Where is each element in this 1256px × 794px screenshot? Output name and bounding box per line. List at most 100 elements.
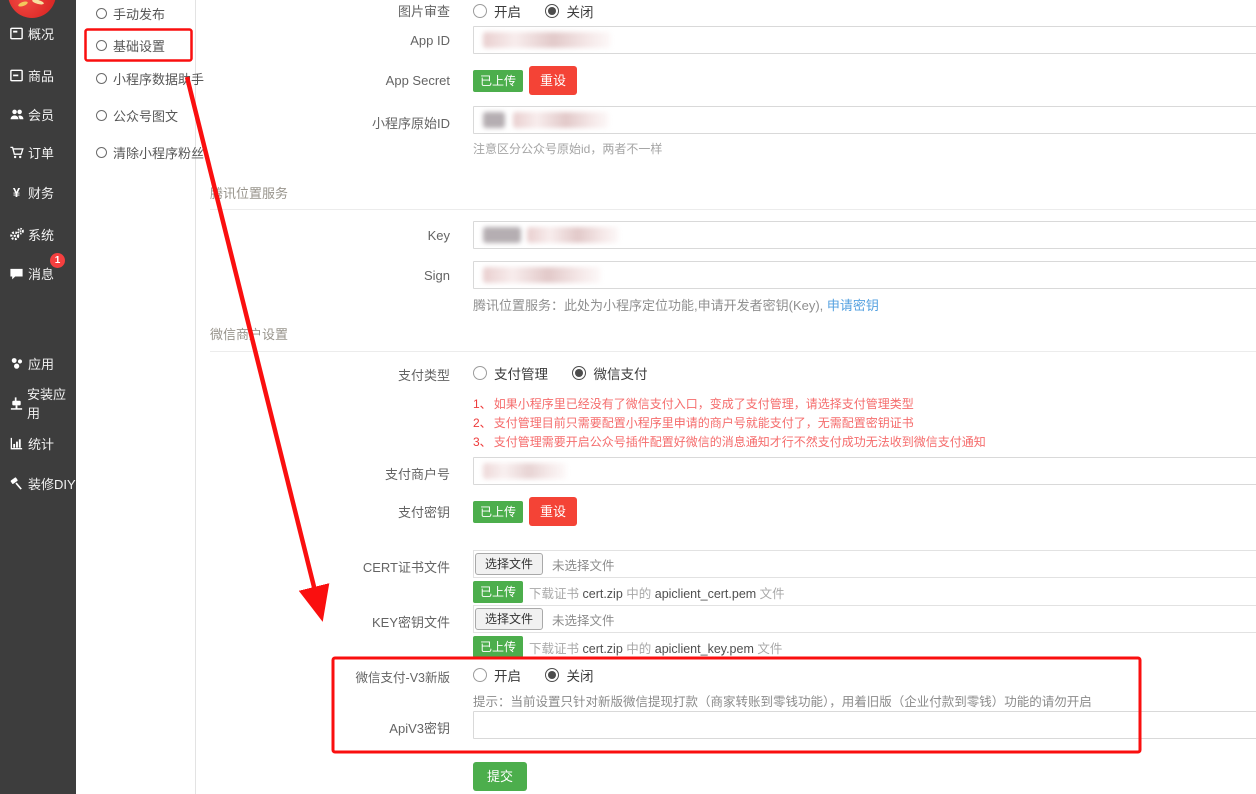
radio-v3-on[interactable]: 开启: [473, 665, 521, 685]
basic-settings-form: 图片审查 开启 关闭 App ID App Secret 已上传 重设: [197, 0, 1256, 794]
submenu-item-clear-miniapp-fans[interactable]: 清除小程序粉丝: [76, 142, 195, 162]
message-icon: [8, 266, 25, 281]
radio-pay-type-wechat[interactable]: 微信支付: [572, 363, 647, 383]
redacted-value: [483, 267, 601, 283]
sidebar-item-label: 安装应用: [27, 384, 76, 422]
sidebar-item-label: 订单: [28, 143, 54, 162]
sidebar-item-orders[interactable]: 订单: [0, 141, 76, 163]
apiv3-key-input[interactable]: [473, 711, 1256, 739]
main-sidebar: 概况 商品 会员 订单 ¥ 财务 系统 消息 1: [0, 0, 76, 794]
sidebar-item-members[interactable]: 会员: [0, 103, 76, 125]
field-label-app-id: App ID: [197, 26, 450, 48]
circle-bullet-icon: [96, 73, 107, 84]
sidebar-item-system[interactable]: 系统: [0, 223, 76, 245]
no-file-chosen-text: 未选择文件: [552, 555, 615, 574]
sign-help-text: 腾讯位置服务：此处为小程序定位功能,申请开发者密钥(Key),: [473, 298, 827, 313]
finance-icon: ¥: [8, 185, 25, 200]
sidebar-item-label: 概况: [28, 24, 54, 43]
radio-icon[interactable]: [473, 366, 487, 380]
circle-bullet-icon: [96, 40, 107, 51]
submenu-item-miniapp-data-assistant[interactable]: 小程序数据助手: [76, 68, 195, 88]
field-label-merchant-no: 支付商户号: [197, 457, 450, 483]
goods-icon: [8, 68, 25, 83]
sidebar-item-goods[interactable]: 商品: [0, 64, 76, 86]
section-title-tencent-location: 腾讯位置服务: [210, 183, 1256, 210]
redacted-value: [513, 112, 609, 128]
field-label-key-file: KEY密钥文件: [197, 605, 450, 631]
redacted-value: [483, 463, 567, 479]
sidebar-item-label: 应用: [28, 354, 54, 373]
field-label-key: Key: [197, 221, 450, 243]
radio-label: 关闭: [566, 1, 593, 21]
submenu-item-label: 清除小程序粉丝: [113, 143, 204, 162]
app-secret-reset-button[interactable]: 重设: [529, 66, 577, 95]
no-file-chosen-text: 未选择文件: [552, 610, 615, 629]
radio-checked-icon[interactable]: [545, 668, 559, 682]
field-label-cert-file: CERT证书文件: [197, 550, 450, 576]
uploaded-badge: 已上传: [473, 501, 523, 523]
sidebar-item-label: 财务: [28, 183, 54, 202]
radio-label: 支付管理: [494, 363, 548, 383]
radio-checked-icon[interactable]: [545, 4, 559, 18]
field-label-pay-type: 支付类型: [197, 363, 450, 384]
uploaded-badge: 已上传: [473, 70, 523, 92]
sidebar-item-messages[interactable]: 消息 1: [0, 262, 76, 284]
v3-hint-text: 提示：当前设置只针对新版微信提现打款（商家转账到零钱功能），用着旧版（企业付款到…: [473, 691, 1092, 710]
redacted-value: [483, 32, 611, 48]
submenu-item-official-account-articles[interactable]: 公众号图文: [76, 105, 195, 125]
key-file-note: 下载证书 cert.zip 中的 apiclient_key.pem 文件: [529, 638, 782, 657]
submenu-item-label: 基础设置: [113, 36, 165, 55]
radio-label: 开启: [494, 665, 521, 685]
app-id-input[interactable]: [473, 26, 1256, 54]
field-label-apiv3-key: ApiV3密钥: [197, 711, 450, 737]
radio-checked-icon[interactable]: [572, 366, 586, 380]
stats-icon: [8, 436, 25, 451]
original-id-help-text: 注意区分公众号原始id，两者不一样: [473, 140, 1256, 157]
sidebar-item-label: 商品: [28, 66, 54, 85]
section-title-wechat-merchant: 微信商户设置: [210, 324, 1256, 352]
cert-choose-file-button[interactable]: 选择文件: [475, 553, 543, 575]
sidebar-item-overview[interactable]: 概况: [0, 22, 76, 44]
key-choose-file-button[interactable]: 选择文件: [475, 608, 543, 630]
redacted-value: [527, 227, 619, 243]
submit-button[interactable]: 提交: [473, 762, 527, 791]
field-label-pay-key: 支付密钥: [197, 502, 450, 521]
radio-image-review-off[interactable]: 关闭: [545, 1, 593, 21]
cert-file-note: 下载证书 cert.zip 中的 apiclient_cert.pem 文件: [529, 583, 785, 602]
submenu-item-basic-settings[interactable]: 基础设置: [76, 35, 195, 55]
radio-icon[interactable]: [473, 668, 487, 682]
field-label-wechat-pay-v3: 微信支付-V3新版: [197, 665, 450, 686]
uploaded-badge: 已上传: [473, 581, 523, 603]
sidebar-item-decorate-diy[interactable]: 装修DIY: [0, 472, 76, 494]
cert-file-input[interactable]: 选择文件 未选择文件: [473, 550, 1256, 578]
sidebar-item-apps[interactable]: 应用: [0, 352, 76, 374]
merchant-no-input[interactable]: [473, 457, 1256, 485]
uploaded-badge: 已上传: [473, 636, 523, 658]
sidebar-item-label: 系统: [28, 225, 54, 244]
pay-key-reset-button[interactable]: 重设: [529, 497, 577, 526]
field-label-app-secret: App Secret: [197, 73, 450, 88]
original-id-input[interactable]: [473, 106, 1256, 134]
sidebar-item-label: 消息: [28, 264, 54, 283]
sidebar-item-install-apps[interactable]: 安装应用: [0, 392, 76, 414]
radio-v3-off[interactable]: 关闭: [545, 665, 593, 685]
submenu-item-label: 公众号图文: [113, 106, 178, 125]
apply-key-link[interactable]: 申请密钥: [827, 298, 879, 313]
diy-icon: [8, 476, 25, 491]
location-sign-input[interactable]: [473, 261, 1256, 289]
radio-icon[interactable]: [473, 4, 487, 18]
sidebar-item-finance[interactable]: ¥ 财务: [0, 181, 76, 203]
location-key-input[interactable]: [473, 221, 1256, 249]
sidebar-item-label: 会员: [28, 105, 54, 124]
key-file-input[interactable]: 选择文件 未选择文件: [473, 605, 1256, 633]
avatar[interactable]: [8, 0, 56, 18]
radio-pay-type-manage[interactable]: 支付管理: [473, 363, 548, 383]
sidebar-item-statistics[interactable]: 统计: [0, 432, 76, 454]
members-icon: [8, 107, 25, 122]
pay-type-note-1: 1、如果小程序里已经没有了微信支付入口，变成了支付管理，请选择支付管理类型: [473, 395, 986, 414]
radio-image-review-on[interactable]: 开启: [473, 1, 521, 21]
redacted-value: [483, 227, 521, 243]
field-label-sign: Sign: [197, 261, 450, 283]
submenu-item-manual-publish[interactable]: 手动发布: [76, 3, 195, 23]
circle-bullet-icon: [96, 147, 107, 158]
